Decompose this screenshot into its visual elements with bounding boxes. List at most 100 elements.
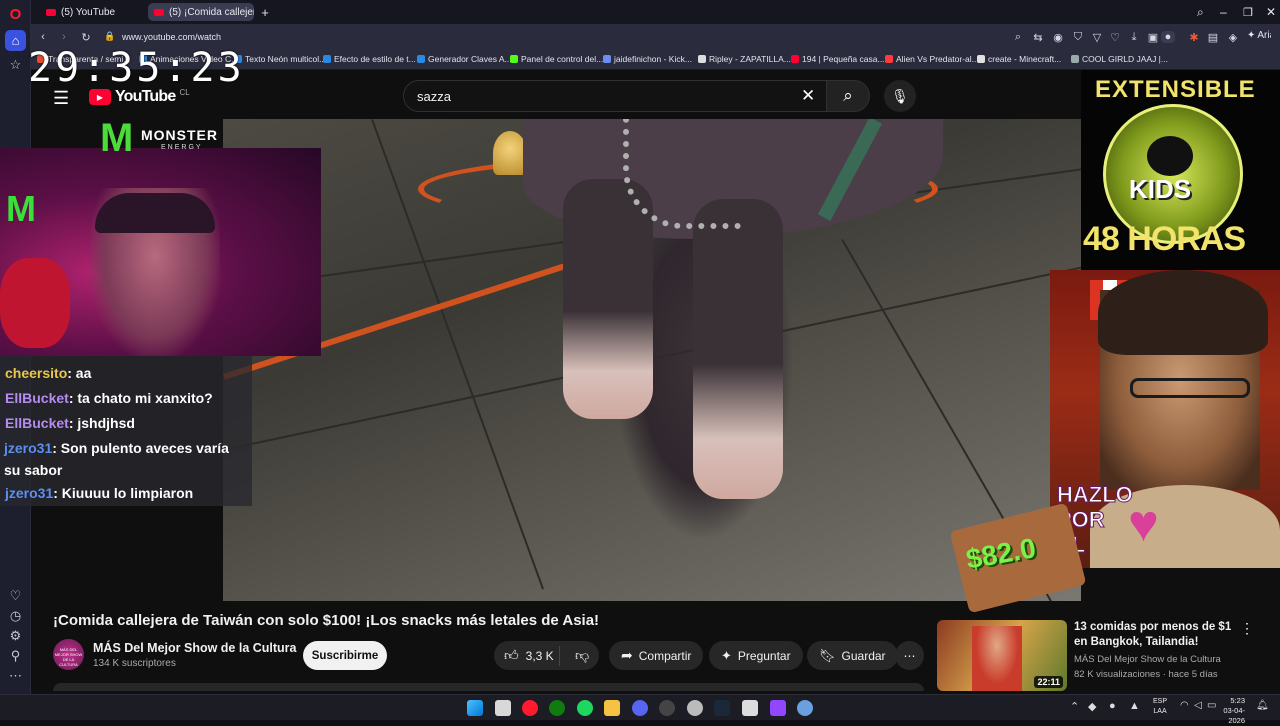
bookmark-item[interactable]: Ripley - ZAPATILLA... bbox=[698, 54, 791, 64]
close-window-button[interactable]: ✕ bbox=[1260, 3, 1280, 21]
search-input[interactable]: sazza bbox=[417, 89, 451, 104]
bookmark-item[interactable]: Generador Claves A... bbox=[417, 54, 512, 64]
thumbs-down-icon: 👎︎ bbox=[575, 647, 590, 663]
search-button[interactable]: ⌕ bbox=[826, 80, 870, 112]
bookmark-item[interactable]: 194 | Pequeña casa... bbox=[791, 54, 885, 64]
bookmark-item[interactable]: create - Minecraft... bbox=[977, 54, 1061, 64]
maximize-button[interactable]: ❐ bbox=[1237, 3, 1259, 21]
tab-video[interactable]: (5) ¡Comida callejera ... bbox=[148, 3, 254, 21]
file-explorer-icon[interactable] bbox=[604, 700, 620, 716]
more-icon[interactable]: ⋯ bbox=[5, 665, 26, 686]
task-view-icon[interactable] bbox=[495, 700, 511, 716]
new-tab-button[interactable]: + bbox=[257, 3, 273, 21]
thumbs-up-icon: 👍︎ bbox=[504, 647, 519, 663]
subscriber-count: 134 K suscriptores bbox=[93, 658, 176, 669]
channel-name[interactable]: MÁS Del Mejor Show de la Cultura bbox=[93, 641, 297, 655]
clock[interactable]: 5:23 03-04-2026 bbox=[1213, 696, 1245, 726]
url-field[interactable]: www.youtube.com/watch bbox=[122, 32, 221, 42]
shield-icon[interactable]: ⛉ bbox=[1071, 31, 1085, 44]
bookmark-item[interactable]: Alien Vs Predator-al... bbox=[885, 54, 979, 64]
more-actions-button[interactable]: ⋯ bbox=[895, 641, 924, 670]
minimize-button[interactable]: – bbox=[1214, 3, 1233, 21]
youtube-favicon-icon bbox=[46, 8, 56, 16]
settings-gear-icon[interactable] bbox=[797, 700, 813, 716]
tray-app-icon[interactable]: ● bbox=[1109, 700, 1116, 712]
spotify-icon[interactable] bbox=[577, 700, 593, 716]
tab-bar: (5) YouTube (5) ¡Comida callejera ... + … bbox=[31, 0, 1280, 24]
stream-timer: 29:35:23 bbox=[28, 45, 245, 91]
volume-icon[interactable]: ◁ bbox=[1194, 700, 1202, 711]
profile-icon[interactable]: ● bbox=[1161, 31, 1175, 43]
bookmark-item[interactable]: COOL GIRLD JAAJ |... bbox=[1071, 54, 1168, 64]
chat-username: EllBucket bbox=[5, 390, 69, 406]
translate-icon[interactable]: ⇆ bbox=[1031, 31, 1045, 44]
related-menu-icon[interactable]: ⋮ bbox=[1240, 620, 1254, 637]
sparkle-icon: ✦ bbox=[721, 647, 732, 663]
settings-icon[interactable]: ⚙ bbox=[5, 625, 26, 646]
tips-icon[interactable]: ⚲ bbox=[5, 645, 26, 666]
zoom-icon[interactable]: ⌕ bbox=[1011, 31, 1025, 44]
pin-icon[interactable]: ☆ bbox=[5, 54, 26, 75]
share-button[interactable]: ➦ Compartir bbox=[609, 641, 704, 670]
language-indicator[interactable]: ESP LAA bbox=[1153, 697, 1167, 717]
package-icon[interactable]: ▣ bbox=[1146, 31, 1160, 44]
extension-icon[interactable]: ✱ bbox=[1187, 31, 1201, 44]
subscribe-button[interactable]: Suscribirme bbox=[303, 641, 387, 670]
bookmark-heart-icon[interactable]: ♡ bbox=[1108, 31, 1122, 44]
xbox-icon[interactable] bbox=[549, 700, 565, 716]
ask-button[interactable]: ✦ Preguntar bbox=[709, 641, 803, 670]
bookmark-item[interactable]: Texto Neón multicol... bbox=[234, 54, 326, 64]
aria-button[interactable]: ✦Aria bbox=[1247, 30, 1271, 41]
tray-chevron-icon[interactable]: ⌃ bbox=[1070, 700, 1079, 713]
download-icon[interactable]: ⤓ bbox=[1127, 31, 1141, 44]
back-icon[interactable]: ‹ bbox=[36, 31, 50, 43]
channel-avatar[interactable]: MÁS DEL MEJOR SHOW DE LA CULTURA bbox=[53, 639, 84, 670]
extension2-icon[interactable]: ▤ bbox=[1206, 31, 1220, 44]
opera-logo-icon[interactable]: O bbox=[5, 4, 26, 25]
app-icon[interactable] bbox=[687, 700, 703, 716]
video-duration: 22:11 bbox=[1034, 676, 1063, 688]
bookmark-favicon-icon bbox=[885, 55, 893, 63]
bookmark-item[interactable]: Panel de control del... bbox=[510, 54, 603, 64]
search-box[interactable]: sazza ✕ bbox=[403, 80, 827, 112]
start-icon[interactable] bbox=[467, 700, 483, 716]
thumbnail-person bbox=[972, 626, 1022, 691]
description-box[interactable] bbox=[53, 683, 924, 691]
obs-icon[interactable] bbox=[659, 700, 675, 716]
notepad-icon[interactable] bbox=[742, 700, 758, 716]
bookmark-item[interactable]: jaidefinichon - Kick... bbox=[603, 54, 692, 64]
search-tabs-icon[interactable]: ⌕ bbox=[1191, 3, 1210, 21]
lock-icon[interactable]: 🔒 bbox=[103, 31, 117, 42]
tray-app-icon[interactable]: ▲ bbox=[1129, 700, 1140, 712]
discord-icon[interactable] bbox=[632, 700, 648, 716]
related-title[interactable]: 13 comidas por menos de $1 en Bangkok, T… bbox=[1074, 620, 1236, 650]
tray-app-icon[interactable]: ◆ bbox=[1088, 700, 1096, 713]
history-icon[interactable]: ◷ bbox=[5, 605, 26, 626]
bookmark-item[interactable]: Efecto de estilo de t... bbox=[323, 54, 416, 64]
wifi-icon[interactable]: ◠ bbox=[1180, 700, 1189, 711]
home-icon[interactable]: ⌂ bbox=[5, 30, 26, 51]
steam-icon[interactable] bbox=[714, 700, 730, 716]
clear-search-icon[interactable]: ✕ bbox=[801, 86, 815, 106]
bookmark-favicon-icon bbox=[603, 55, 611, 63]
voice-search-button[interactable]: 🎙 bbox=[884, 80, 916, 112]
dislike-button[interactable]: 👎︎ bbox=[566, 647, 589, 664]
save-button[interactable]: 🔖︎ Guardar bbox=[807, 641, 898, 670]
opera-icon[interactable] bbox=[522, 700, 538, 716]
twitch-icon[interactable] bbox=[770, 700, 786, 716]
chat-username: jzero31 bbox=[5, 485, 54, 501]
heart-icon[interactable]: ♡ bbox=[5, 585, 26, 606]
flow-icon[interactable]: ▽ bbox=[1090, 31, 1104, 44]
tab-label: (5) ¡Comida callejera ... bbox=[169, 6, 254, 18]
extension3-icon[interactable]: ◈ bbox=[1226, 31, 1240, 44]
camera-icon[interactable]: ◉ bbox=[1051, 31, 1065, 44]
like-button[interactable]: 👍︎ 3,3 K bbox=[494, 645, 560, 666]
tab-youtube[interactable]: (5) YouTube bbox=[40, 3, 144, 21]
related-channel[interactable]: MÁS Del Mejor Show de la Cultura bbox=[1074, 654, 1221, 665]
bookmark-favicon-icon bbox=[1071, 55, 1079, 63]
related-thumbnail[interactable]: 22:11 bbox=[937, 620, 1067, 691]
menu-icon[interactable]: ☰ bbox=[53, 88, 69, 109]
notification-bell-icon[interactable]: 🔔︎ bbox=[1256, 700, 1269, 711]
forward-icon[interactable]: › bbox=[57, 31, 71, 43]
reload-icon[interactable]: ↻ bbox=[79, 31, 93, 44]
